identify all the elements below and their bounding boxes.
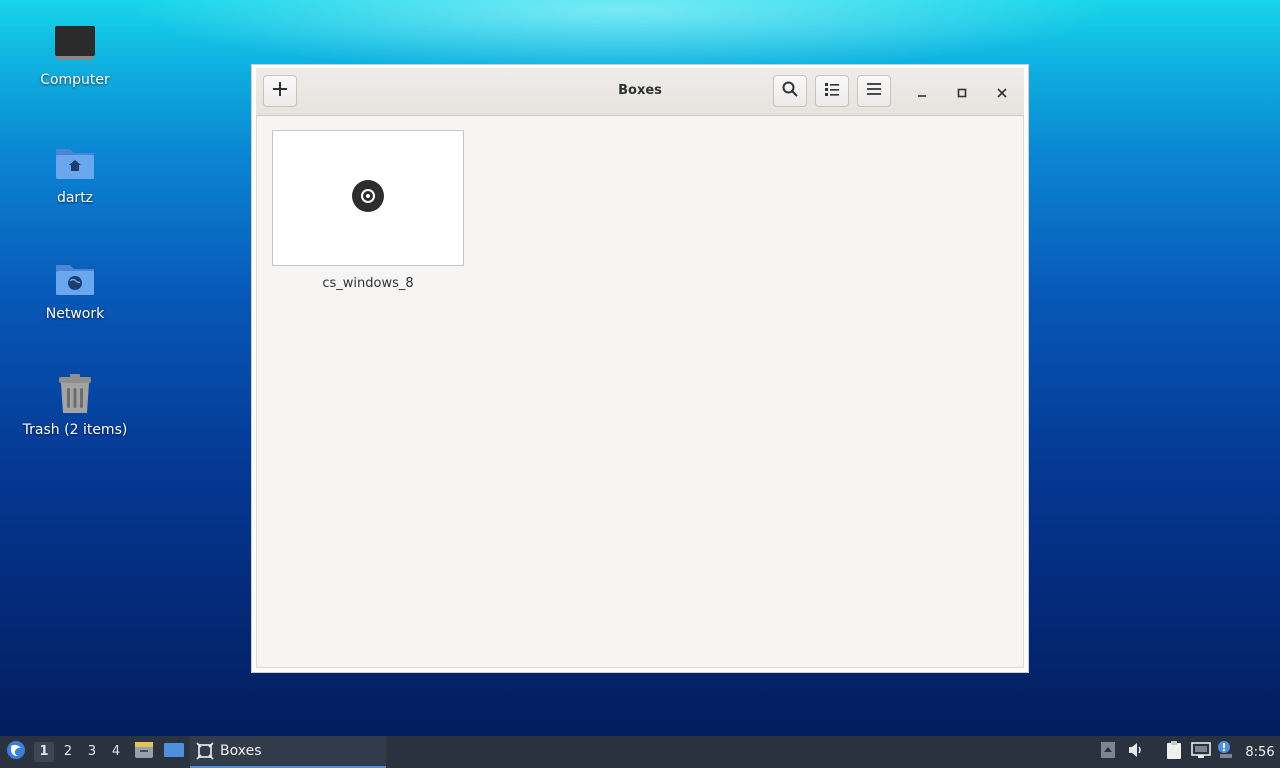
maximize-icon <box>957 83 967 102</box>
computer-icon <box>53 22 97 66</box>
clipboard-button[interactable] <box>1162 736 1186 768</box>
search-button[interactable] <box>773 75 807 107</box>
tray-expand-button[interactable] <box>1098 736 1118 768</box>
desktop-icon-dartz[interactable]: dartz <box>10 140 140 206</box>
boxes-window: Boxes cs_windows_8 <box>251 64 1029 673</box>
minimize-icon <box>917 83 927 102</box>
tray-expand-icon <box>1101 742 1115 762</box>
taskbar-task-boxes[interactable]: Boxes <box>190 736 386 768</box>
desktop-icon-label: dartz <box>56 190 94 206</box>
trash-icon <box>53 372 97 416</box>
workspace-3-button[interactable]: 3 <box>82 742 102 762</box>
desktop-icon-network[interactable]: Network <box>10 256 140 322</box>
desktop-icon-computer[interactable]: Computer <box>10 22 140 88</box>
hamburger-menu-icon <box>866 81 882 101</box>
network-icon <box>1191 741 1211 763</box>
clipboard-icon <box>1165 740 1183 764</box>
app-menu-logo-icon <box>6 740 26 764</box>
workspace-4-button[interactable]: 4 <box>106 742 126 762</box>
minimize-button[interactable] <box>911 81 933 103</box>
taskbar-task-label: Boxes <box>220 743 262 759</box>
vm-name-label[interactable]: cs_windows_8 <box>272 276 464 291</box>
main-menu-button[interactable] <box>857 75 891 107</box>
taskbar: 1 2 3 4 Boxes 8:56 <box>0 736 1280 768</box>
network-button[interactable] <box>1189 736 1213 768</box>
search-icon <box>782 81 798 101</box>
notification-icon <box>1216 740 1236 764</box>
home-folder-icon <box>53 140 97 184</box>
close-button[interactable] <box>991 81 1013 103</box>
workspace-1-button[interactable]: 1 <box>34 742 54 762</box>
show-desktop-launcher[interactable] <box>162 736 186 768</box>
network-folder-icon <box>53 256 97 300</box>
desktop-icon-label: Computer <box>40 72 110 88</box>
boxes-app-icon <box>196 742 214 760</box>
volume-button[interactable] <box>1124 736 1148 768</box>
header-bar: Boxes <box>256 68 1024 116</box>
list-view-button[interactable] <box>815 75 849 107</box>
vm-thumbnail[interactable] <box>272 130 464 266</box>
close-icon <box>997 83 1007 102</box>
desktop-icon-label: Trash (2 items) <box>22 422 128 438</box>
list-view-icon <box>824 81 840 101</box>
window-title: Boxes <box>618 83 662 98</box>
desktop-icon <box>163 742 185 762</box>
clock[interactable]: 8:56 <box>1242 736 1278 768</box>
disc-icon <box>351 179 385 217</box>
workspace-2-button[interactable]: 2 <box>58 742 78 762</box>
file-manager-launcher[interactable] <box>132 736 156 768</box>
file-manager-icon <box>134 741 154 763</box>
notification-button[interactable] <box>1214 736 1238 768</box>
maximize-button[interactable] <box>951 81 973 103</box>
desktop-icon-trash[interactable]: Trash (2 items) <box>10 372 140 438</box>
boxes-collection-view: cs_windows_8 <box>256 116 1024 668</box>
desktop-icon-label: Network <box>45 306 105 322</box>
volume-icon <box>1127 742 1145 762</box>
start-menu-button[interactable] <box>4 736 28 768</box>
